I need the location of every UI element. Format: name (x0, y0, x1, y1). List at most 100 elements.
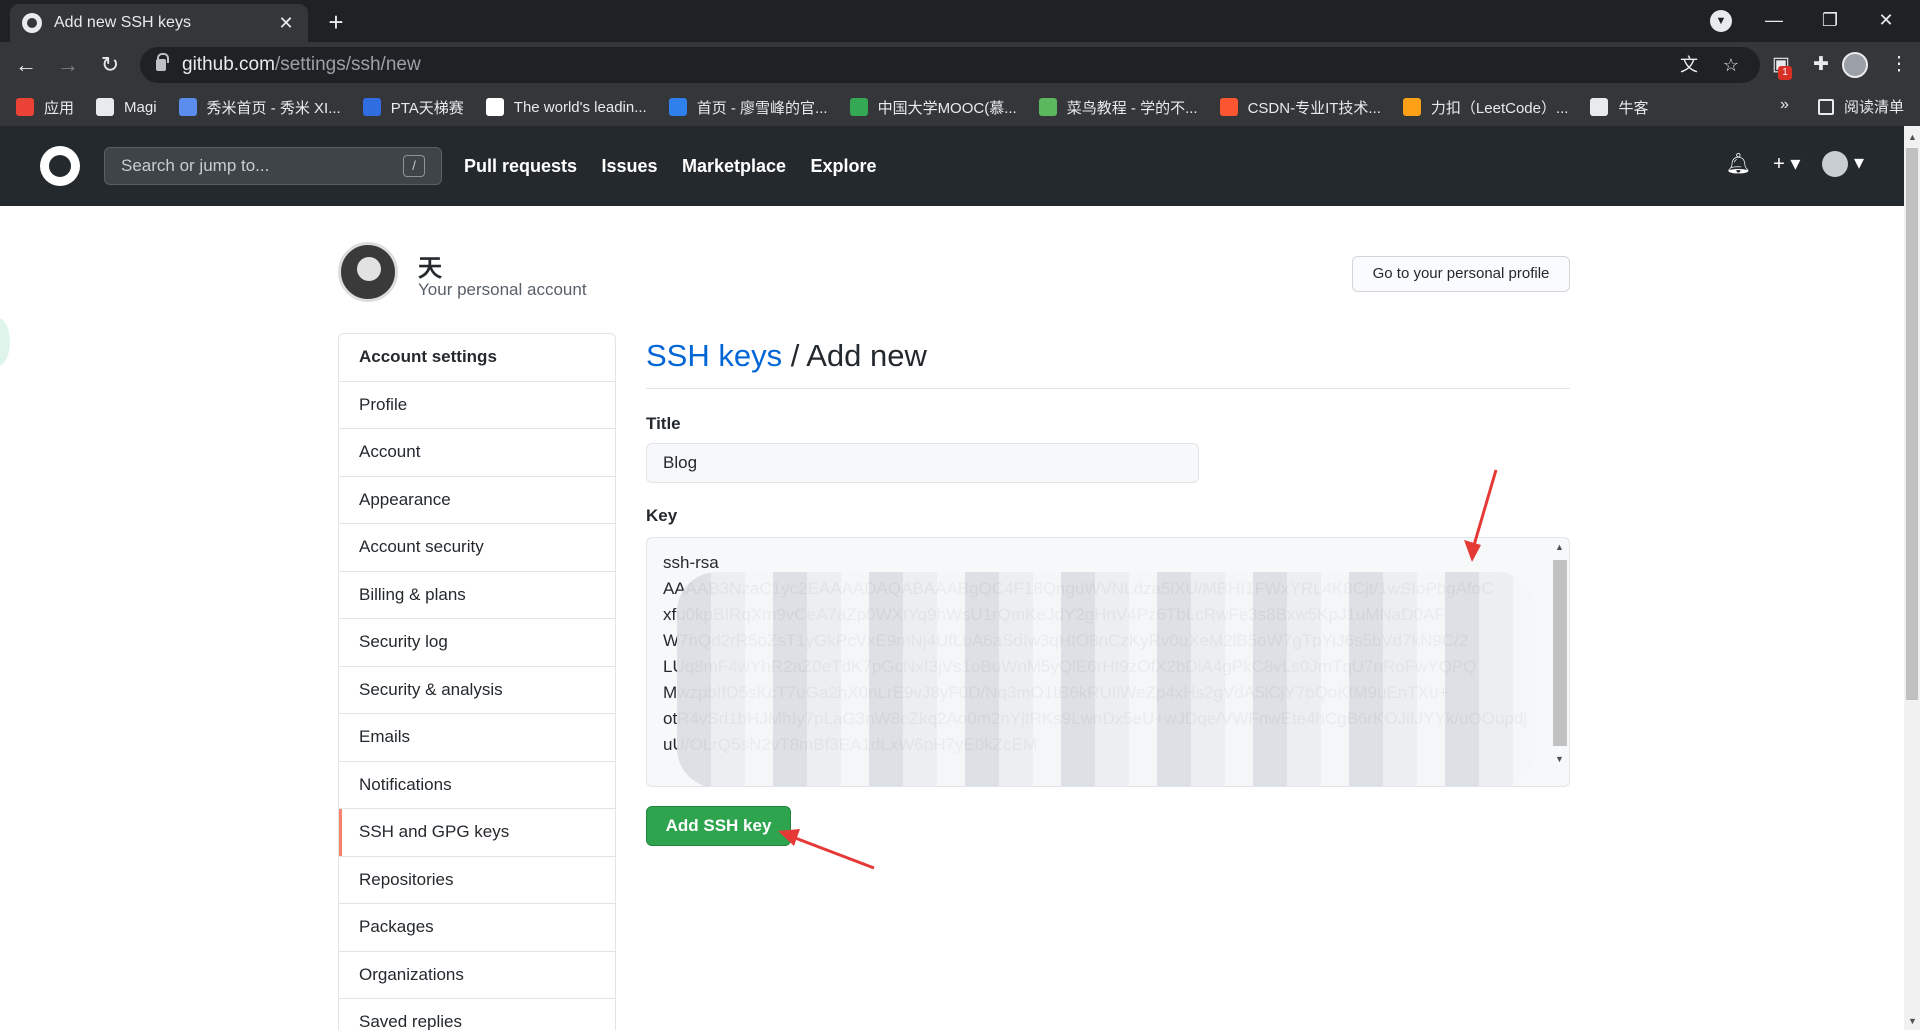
bookmark-item[interactable]: CSDN-专业IT技术... (1219, 97, 1381, 118)
scrollbar-thumb[interactable] (1906, 148, 1918, 700)
bookmark-item[interactable]: 首页 - 廖雪峰的官... (668, 97, 828, 118)
sidebar-item[interactable]: SSH and GPG keys (339, 809, 615, 857)
reading-list-label: 阅读清单 (1844, 99, 1905, 116)
bookmark-favicon-icon (1219, 98, 1238, 116)
page-scrollbar[interactable]: ▲ ▼ (1904, 126, 1920, 1030)
search-shortcut-key: / (403, 155, 425, 177)
bookmark-item[interactable]: 力扣（LeetCode）... (1402, 97, 1569, 118)
chrome-profile-avatar[interactable] (1842, 52, 1868, 78)
key-scroll-up-icon[interactable]: ▲ (1555, 542, 1564, 552)
minimize-icon[interactable]: — (1746, 0, 1802, 40)
sidebar-item[interactable]: Profile (339, 382, 615, 429)
url-path: /settings/ssh/new (274, 54, 421, 75)
bookmark-item[interactable]: 菜鸟教程 - 学的不... (1038, 97, 1198, 118)
bookmark-item[interactable]: 应用 (16, 97, 74, 118)
bookmark-label: Magi (124, 98, 157, 116)
bookmark-favicon-icon (16, 98, 34, 116)
notifications-bell-icon[interactable]: 🔔︎ (1726, 151, 1751, 176)
tab-close-icon[interactable]: ✕ (276, 13, 296, 34)
user-avatar (1822, 150, 1849, 177)
account-name: 天 (418, 255, 442, 282)
sidebar-item[interactable]: Security log (339, 619, 615, 667)
bookmark-item[interactable]: 牛客 (1590, 97, 1649, 118)
extension-badge: 1 (1778, 66, 1792, 80)
sidebar-item[interactable]: Saved replies (339, 999, 615, 1030)
title-label: Title (646, 414, 681, 433)
bookmark-item[interactable]: 秀米首页 - 秀米 XI... (178, 97, 341, 118)
nav-marketplace[interactable]: Marketplace (682, 156, 786, 176)
translate-icon[interactable]: 文 (1676, 52, 1702, 78)
tab-search-icon[interactable]: ▼ (1710, 10, 1732, 32)
reading-list[interactable]: 阅读清单 (1818, 96, 1904, 117)
ssh-keys-link[interactable]: SSH keys (646, 338, 782, 373)
lock-icon[interactable] (156, 53, 169, 71)
sidebar-item[interactable]: Account (339, 429, 615, 477)
nav-explore[interactable]: Explore (811, 156, 877, 176)
scroll-up-icon[interactable]: ▲ (1908, 132, 1917, 142)
annotation-arrow-button (789, 834, 875, 870)
bookmark-label: 力扣（LeetCode）... (1430, 99, 1569, 117)
search-input[interactable]: Search or jump to... / (104, 147, 442, 185)
create-new-icon[interactable]: + ▾ (1773, 151, 1800, 176)
search-placeholder: Search or jump to... (121, 156, 270, 175)
chrome-menu-icon[interactable]: ⋮ (1882, 48, 1916, 82)
sidebar-item[interactable]: Billing & plans (339, 572, 615, 619)
nav-issues[interactable]: Issues (602, 156, 658, 176)
go-to-profile-button[interactable]: Go to your personal profile (1352, 256, 1570, 292)
browser-tab[interactable]: Add new SSH keys ✕ (10, 4, 308, 42)
tab-title: Add new SSH keys (54, 14, 191, 31)
bookmark-item[interactable]: PTA天梯赛 (362, 97, 464, 118)
sidebar-item[interactable]: Repositories (339, 857, 615, 904)
key-textarea[interactable]: ssh-rsaAAAAB3NzaC1yc2EAAAADAQABAAABgQC4F… (646, 537, 1570, 787)
bookmark-item[interactable]: 中国大学MOOC(慕... (849, 97, 1017, 118)
sidebar-item[interactable]: Organizations (339, 952, 615, 999)
bookmark-item[interactable]: Magi (96, 98, 157, 116)
account-avatar (338, 242, 398, 302)
title-input[interactable] (646, 443, 1199, 483)
key-scrollbar[interactable]: ▲ ▼ (1553, 542, 1567, 778)
bookmark-favicon-icon (668, 98, 687, 116)
sidebar-item[interactable]: Emails (339, 714, 615, 762)
bookmark-favicon-icon (96, 98, 115, 116)
redaction-mosaic (677, 572, 1537, 786)
key-scroll-thumb[interactable] (1553, 560, 1567, 746)
sidebar-item[interactable]: Packages (339, 904, 615, 952)
page-title-rest: / Add new (782, 338, 927, 373)
new-tab-icon[interactable]: + (320, 6, 352, 38)
user-menu[interactable]: ▾ (1822, 150, 1864, 177)
restore-icon[interactable]: ❐ (1802, 0, 1858, 40)
bookmark-label: 首页 - 廖雪峰的官... (696, 99, 828, 117)
reading-list-icon (1818, 98, 1834, 115)
sidebar-heading: Account settings (339, 334, 615, 382)
sidebar-item[interactable]: Security & analysis (339, 667, 615, 714)
reload-icon[interactable]: ↻ (92, 48, 128, 82)
key-label: Key (646, 506, 678, 525)
floating-widget[interactable] (0, 318, 10, 366)
extensions-puzzle-icon[interactable]: ✚ (1804, 48, 1838, 82)
bookmark-star-icon[interactable]: ☆ (1718, 52, 1744, 78)
address-bar[interactable]: github.com/settings/ssh/new (140, 47, 1760, 83)
bookmark-label: PTA天梯赛 (390, 99, 464, 117)
bookmark-label: 菜鸟教程 - 学的不... (1066, 99, 1198, 117)
add-ssh-key-button[interactable]: Add SSH key (646, 806, 791, 846)
back-icon[interactable]: ← (8, 48, 44, 82)
sidebar-item[interactable]: Appearance (339, 477, 615, 524)
forward-icon[interactable]: → (50, 48, 86, 82)
key-scroll-down-icon[interactable]: ▼ (1555, 754, 1564, 764)
github-logo-icon[interactable] (40, 146, 80, 186)
bookmark-label: CSDN-专业IT技术... (1247, 99, 1381, 117)
scroll-down-icon[interactable]: ▼ (1908, 1016, 1917, 1026)
browser-tab-strip: Add new SSH keys ✕ + ▼ — ❐ ✕ (0, 0, 1920, 42)
sidebar-item[interactable]: Notifications (339, 762, 615, 809)
bookmark-label: 秀米首页 - 秀米 XI... (206, 99, 341, 117)
header-actions: 🔔︎ + ▾ ▾ (1704, 150, 1864, 177)
settings-sidebar: Account settings Profile Account Appearance… (338, 333, 616, 1030)
bookmark-favicon-icon (1038, 98, 1057, 116)
bookmark-favicon-icon (1590, 98, 1609, 116)
bookmark-item[interactable]: The world's leadin... (485, 98, 647, 116)
bookmark-label: The world's leadin... (513, 98, 647, 116)
bookmarks-overflow-icon[interactable]: » (1780, 96, 1789, 114)
window-close-icon[interactable]: ✕ (1858, 0, 1914, 40)
nav-pull-requests[interactable]: Pull requests (464, 156, 577, 176)
sidebar-item[interactable]: Account security (339, 524, 615, 572)
